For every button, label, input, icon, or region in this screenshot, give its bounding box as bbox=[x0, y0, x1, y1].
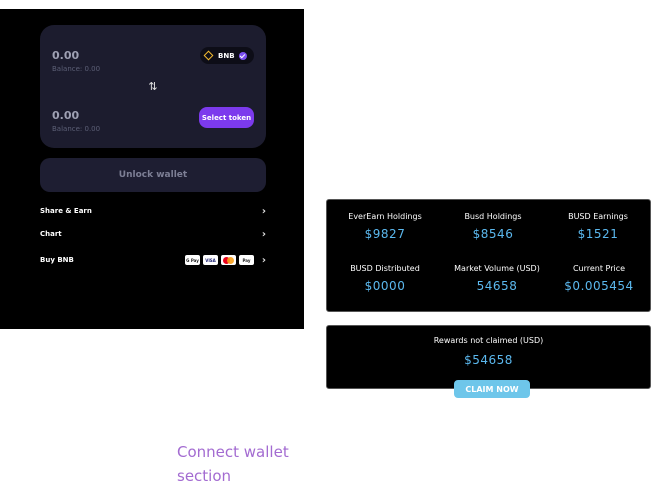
stat-label: Busd Holdings bbox=[464, 212, 522, 221]
from-token-label: BNB bbox=[218, 51, 235, 60]
verified-check-icon bbox=[238, 51, 247, 60]
stat-busd-distributed: BUSD Distributed $0000 bbox=[331, 264, 439, 293]
stat-label: Market Volume (USD) bbox=[454, 264, 540, 273]
visa-icon: VISA bbox=[203, 255, 218, 265]
stat-busd-holdings: Busd Holdings $8546 bbox=[439, 212, 547, 241]
payment-badges: G Pay VISA Pay bbox=[185, 255, 254, 265]
apple-pay-icon: Pay bbox=[239, 255, 254, 265]
mastercard-icon bbox=[221, 255, 236, 265]
stat-everearn-holdings: EverEarn Holdings $9827 bbox=[331, 212, 439, 241]
stat-label: EverEarn Holdings bbox=[348, 212, 422, 221]
swap-card: 0.00 Balance: 0.00 BNB ⇅ 0.00 Balance: 0… bbox=[40, 25, 266, 148]
stat-market-volume: Market Volume (USD) 54658 bbox=[443, 264, 551, 293]
stat-current-price: Current Price $0.005454 bbox=[545, 264, 651, 293]
unlock-wallet-button[interactable]: Unlock wallet bbox=[40, 158, 266, 192]
stat-busd-earnings: BUSD Earnings $1521 bbox=[544, 212, 651, 241]
stat-value: $0000 bbox=[364, 279, 406, 293]
stat-value: $1521 bbox=[577, 227, 619, 241]
claim-now-button[interactable]: CLAIM NOW bbox=[454, 380, 530, 398]
to-amount-input[interactable]: 0.00 bbox=[52, 109, 79, 122]
menu-item-label: Buy BNB bbox=[40, 256, 74, 264]
stat-value: $9827 bbox=[364, 227, 406, 241]
rewards-value: $54658 bbox=[464, 353, 513, 367]
section-caption: Connect wallet section bbox=[177, 443, 289, 485]
stats-panel: EverEarn Holdings $9827 Busd Holdings $8… bbox=[326, 199, 651, 312]
bnb-icon bbox=[204, 51, 214, 61]
from-token-selector[interactable]: BNB bbox=[200, 47, 254, 64]
swap-widget: 0.00 Balance: 0.00 BNB ⇅ 0.00 Balance: 0… bbox=[0, 9, 304, 329]
stat-value: 54658 bbox=[476, 279, 518, 293]
from-amount-input[interactable]: 0.00 bbox=[52, 49, 79, 62]
stat-label: BUSD Distributed bbox=[350, 264, 420, 273]
menu-item-share-earn[interactable]: Share & Earn › bbox=[40, 205, 266, 219]
chevron-right-icon: › bbox=[261, 255, 266, 266]
menu-item-label: Share & Earn bbox=[40, 207, 92, 215]
stat-value: $8546 bbox=[472, 227, 514, 241]
stat-label: Current Price bbox=[572, 264, 626, 273]
from-balance: Balance: 0.00 bbox=[52, 65, 101, 73]
to-balance: Balance: 0.00 bbox=[52, 125, 101, 133]
select-token-button[interactable]: Select token bbox=[199, 107, 254, 128]
menu-item-buy-bnb[interactable]: Buy BNB G Pay VISA Pay › bbox=[40, 254, 266, 268]
menu-item-label: Chart bbox=[40, 230, 62, 238]
chevron-right-icon: › bbox=[261, 229, 266, 240]
stat-label: BUSD Earnings bbox=[568, 212, 628, 221]
chevron-right-icon: › bbox=[261, 206, 266, 217]
menu-item-chart[interactable]: Chart › bbox=[40, 228, 266, 242]
stat-value: $0.005454 bbox=[564, 279, 634, 293]
swap-arrows-icon[interactable]: ⇅ bbox=[146, 80, 160, 94]
google-pay-icon: G Pay bbox=[185, 255, 200, 265]
rewards-label: Rewards not claimed (USD) bbox=[433, 336, 544, 345]
